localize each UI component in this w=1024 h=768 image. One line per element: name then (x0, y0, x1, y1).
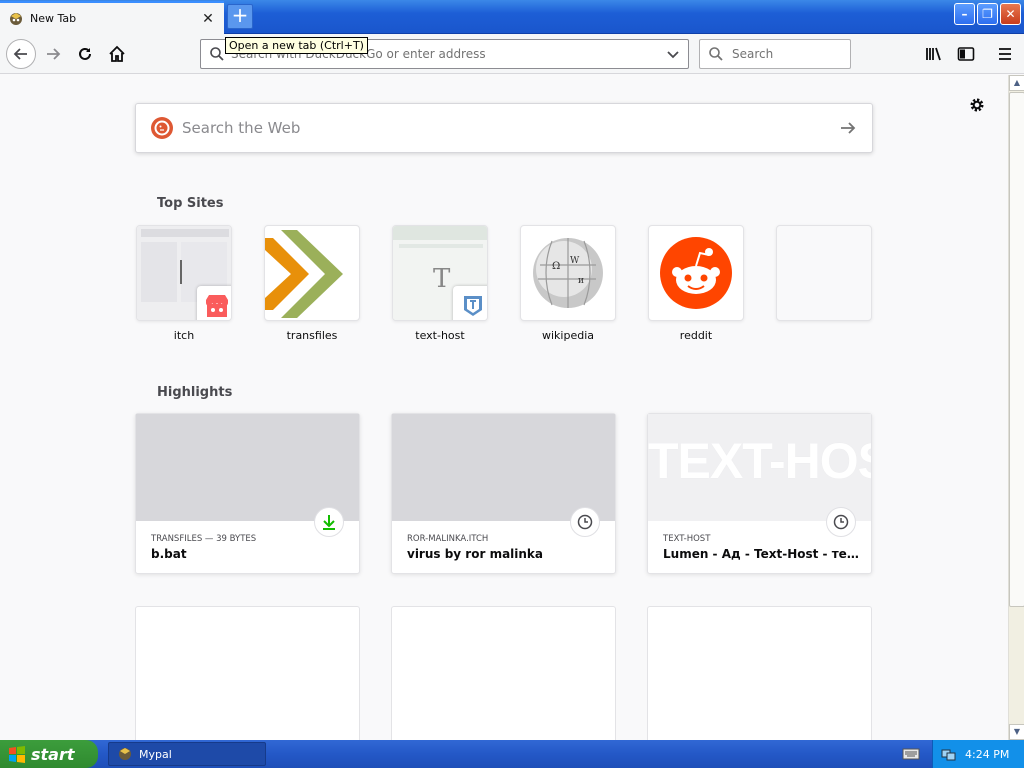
restore-button[interactable]: ❐ (977, 3, 998, 25)
keyboard-layout-icon[interactable] (902, 746, 920, 762)
windows-logo-icon (9, 746, 25, 763)
home-button[interactable] (104, 41, 130, 67)
reload-icon (79, 47, 91, 60)
top-site-thumbnail: T (392, 225, 488, 321)
itch-icon (197, 286, 231, 320)
search-icon (709, 47, 723, 61)
mypal-favicon-icon (8, 11, 24, 27)
top-site-label: reddit (679, 329, 713, 342)
top-site-placeholder (776, 225, 872, 321)
taskbar: start Mypal 4:24 PM (0, 740, 1024, 768)
highlight-image (136, 414, 359, 521)
highlight-placeholder (135, 606, 360, 740)
duckduckgo-logo-icon (151, 117, 173, 139)
forward-button[interactable] (40, 41, 66, 67)
text-host-icon (453, 286, 487, 320)
highlight-card[interactable]: TRANSFILES — 39 BYTES b.bat (135, 413, 360, 574)
hamburger-menu-icon (999, 48, 1011, 60)
top-site-reddit[interactable]: reddit (648, 225, 744, 342)
highlight-title: Lumen - Ад - Text-Host - тексто... (663, 547, 863, 561)
new-tab-button[interactable]: + (227, 4, 253, 29)
top-site-label: transfiles (286, 329, 338, 342)
highlight-context: TEXT-HOST (663, 534, 711, 544)
menu-button[interactable] (992, 41, 1018, 67)
svg-text:W: W (570, 256, 580, 266)
new-tab-tooltip: Open a new tab (Ctrl+T) (225, 37, 368, 54)
reddit-logo-icon (660, 237, 732, 309)
taskbar-item-label: Mypal (139, 747, 172, 761)
search-input[interactable]: Search (724, 47, 773, 61)
top-site-wikipedia[interactable]: Ω W и wikipedia (520, 225, 616, 342)
library-icon (926, 47, 941, 61)
download-icon (314, 507, 344, 537)
highlight-image (392, 414, 615, 521)
top-site-itch[interactable]: itch (136, 225, 232, 342)
back-button[interactable] (6, 39, 36, 69)
browser-window: New Tab ✕ + – ❐ ✕ Search with DuckDuckGo… (0, 0, 1024, 740)
scrollbar-thumb[interactable] (1009, 92, 1024, 607)
text-host-image-text: TEXT-HOST (648, 433, 871, 489)
wikipedia-globe-icon: Ω W и (533, 238, 603, 308)
highlight-context: ROR-MALINKA.ITCH (407, 534, 489, 544)
svg-text:Ω: Ω (552, 261, 560, 272)
home-icon (109, 45, 125, 62)
top-site-label: itch (173, 329, 195, 342)
svg-text:и: и (578, 276, 584, 286)
start-label: start (31, 744, 75, 764)
top-site-transfiles[interactable]: transfiles (264, 225, 360, 342)
library-button[interactable] (921, 41, 947, 67)
highlight-image: TEXT-HOST (648, 414, 871, 521)
close-window-button[interactable]: ✕ (1000, 3, 1021, 25)
highlight-placeholder (647, 606, 872, 740)
sidebar-icon (957, 47, 975, 61)
search-bar[interactable]: Search (699, 39, 851, 69)
network-icon[interactable] (941, 746, 957, 762)
top-site-thumbnail (648, 225, 744, 321)
highlight-context: TRANSFILES — 39 BYTES (151, 534, 257, 544)
scroll-down-arrow-icon[interactable]: ▼ (1009, 724, 1024, 740)
highlight-title: b.bat (151, 547, 187, 561)
sidebar-button[interactable] (953, 41, 979, 67)
top-site-thumbnail (264, 225, 360, 321)
settings-button[interactable] (966, 94, 988, 116)
clock-icon (826, 507, 856, 537)
tab-close-icon[interactable]: ✕ (200, 11, 216, 27)
web-search-box[interactable]: Search the Web (135, 103, 873, 153)
top-site-thumbnail (136, 225, 232, 321)
forward-arrow-icon (47, 48, 61, 60)
highlight-card[interactable]: TEXT-HOST TEXT-HOST Lumen - Ад - Text-Ho… (647, 413, 872, 574)
scroll-up-arrow-icon[interactable]: ▲ (1009, 75, 1024, 91)
system-tray: 4:24 PM (932, 740, 1024, 768)
transfiles-logo-icon (265, 230, 343, 318)
minimize-button[interactable]: – (954, 3, 975, 25)
web-search-input[interactable]: Search the Web (174, 119, 838, 137)
vertical-scrollbar[interactable]: ▲ ▼ (1008, 75, 1024, 740)
back-arrow-icon (13, 48, 27, 60)
gear-icon (970, 98, 984, 112)
nav-toolbar: Search with DuckDuckGo or enter address … (0, 34, 1024, 74)
highlight-title: virus by ror malinka (407, 547, 544, 561)
tab-title: New Tab (30, 12, 77, 25)
top-site-thumbnail: Ω W и (520, 225, 616, 321)
chevron-down-icon[interactable] (666, 47, 680, 61)
highlight-placeholder (391, 606, 616, 740)
tab-new-tab[interactable]: New Tab ✕ (0, 1, 224, 34)
taskbar-item-mypal[interactable]: Mypal (108, 742, 266, 766)
new-tab-page: Search the Web Top Sites itch transfiles… (0, 75, 1008, 740)
search-icon (210, 47, 224, 61)
highlights-heading: Highlights (157, 385, 233, 400)
start-button[interactable]: start (0, 740, 98, 768)
clock-icon (570, 507, 600, 537)
top-site-label: wikipedia (541, 329, 594, 342)
clock: 4:24 PM (965, 747, 1010, 761)
arrow-right-icon[interactable] (838, 118, 858, 138)
mypal-app-icon (119, 748, 131, 760)
top-site-label: text-host (415, 329, 465, 342)
top-sites-heading: Top Sites (157, 196, 224, 211)
top-site-text-host[interactable]: T text-host (392, 225, 488, 342)
reload-button[interactable] (72, 41, 98, 67)
top-site-empty[interactable] (776, 225, 872, 329)
title-bar: New Tab ✕ + – ❐ ✕ (0, 0, 1024, 34)
highlight-card[interactable]: ROR-MALINKA.ITCH virus by ror malinka (391, 413, 616, 574)
